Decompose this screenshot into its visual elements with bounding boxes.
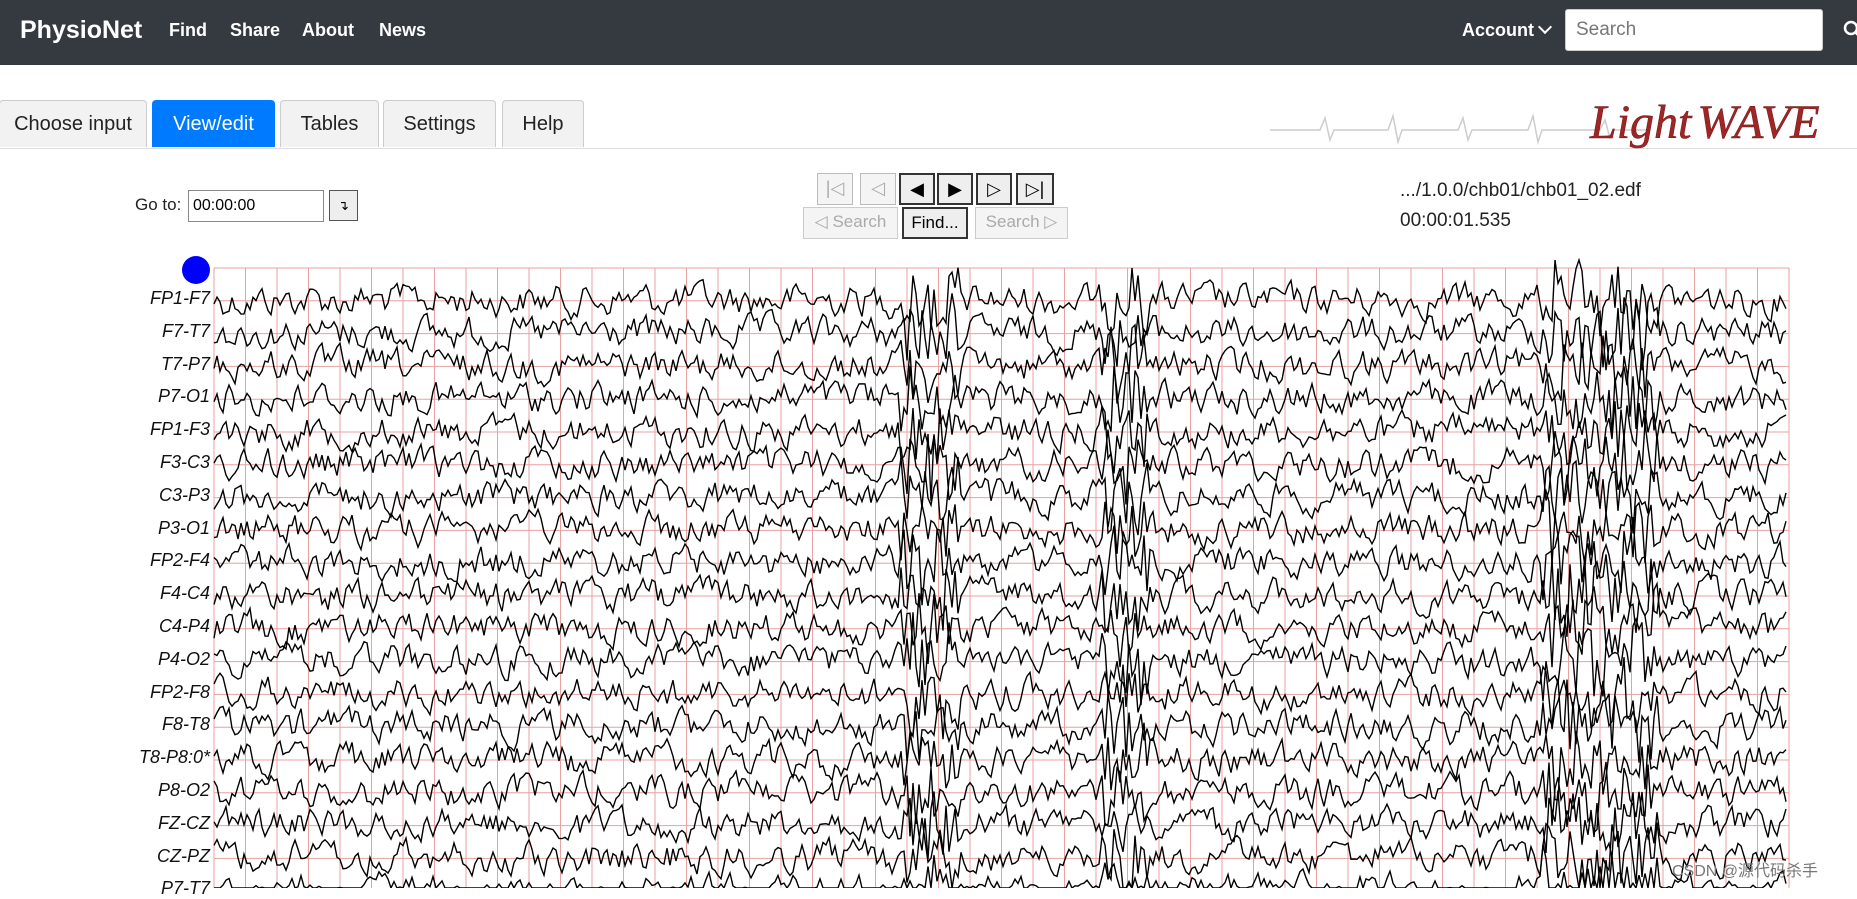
account-menu[interactable]: Account — [1462, 20, 1550, 41]
top-navbar: PhysioNet Find Share About News Account — [0, 0, 1857, 65]
goto-label: Go to: — [135, 195, 181, 215]
tab-settings[interactable]: Settings — [383, 100, 496, 147]
nav-link-news[interactable]: News — [379, 20, 426, 41]
step-back-button[interactable]: ◁ — [860, 173, 896, 205]
go-to-start-button[interactable]: |◁ — [817, 173, 853, 205]
logo-text-light: Light — [1589, 96, 1693, 149]
goto-button[interactable]: ↴ — [329, 190, 358, 221]
svg-text:LightWAVE: LightWAVE — [1589, 96, 1820, 149]
trace-f8-t8 — [214, 679, 1786, 763]
record-path: .../1.0.0/chb01/chb01_02.edf — [1400, 180, 1641, 202]
tab-tables[interactable]: Tables — [280, 100, 379, 147]
trace-fp1-f7 — [214, 260, 1786, 339]
logo-text-wave: WAVE — [1697, 96, 1819, 149]
tab-view-edit[interactable]: View/edit — [152, 100, 275, 147]
search-back-button[interactable]: ◁ Search — [803, 207, 898, 239]
account-label: Account — [1462, 20, 1534, 40]
tab-choose-input[interactable]: Choose input — [0, 100, 147, 147]
step-forward-button[interactable]: ▷ — [976, 173, 1012, 205]
find-button[interactable]: Find... — [902, 207, 968, 239]
trace-fz-cz — [214, 791, 1786, 860]
eeg-signal-plot[interactable] — [0, 248, 1857, 888]
watermark-text: CSDN @源代码杀手 — [1672, 857, 1818, 881]
goto-time-input[interactable] — [188, 190, 324, 222]
page-forward-button[interactable]: ▶ — [937, 173, 973, 205]
search-icon[interactable] — [1843, 20, 1857, 38]
record-time: 00:00:01.535 — [1400, 210, 1511, 232]
nav-link-about[interactable]: About — [302, 20, 354, 41]
trace-cz-pz — [214, 818, 1786, 888]
search-input[interactable] — [1565, 9, 1823, 51]
brand-logo[interactable]: PhysioNet — [20, 16, 142, 45]
nav-link-find[interactable]: Find — [169, 20, 207, 41]
go-to-end-button[interactable]: ▷| — [1016, 173, 1054, 205]
tab-help[interactable]: Help — [502, 100, 584, 147]
page-back-button[interactable]: ◀ — [899, 173, 935, 205]
trace-p3-o1 — [214, 491, 1786, 567]
chevron-down-icon — [1538, 20, 1552, 34]
nav-link-share[interactable]: Share — [230, 20, 280, 41]
lightwave-logo: LightWAVE — [1270, 96, 1857, 152]
trace-p7-t7 — [214, 844, 1786, 888]
signal-traces — [214, 260, 1786, 888]
search-forward-button[interactable]: Search ▷ — [975, 207, 1068, 239]
